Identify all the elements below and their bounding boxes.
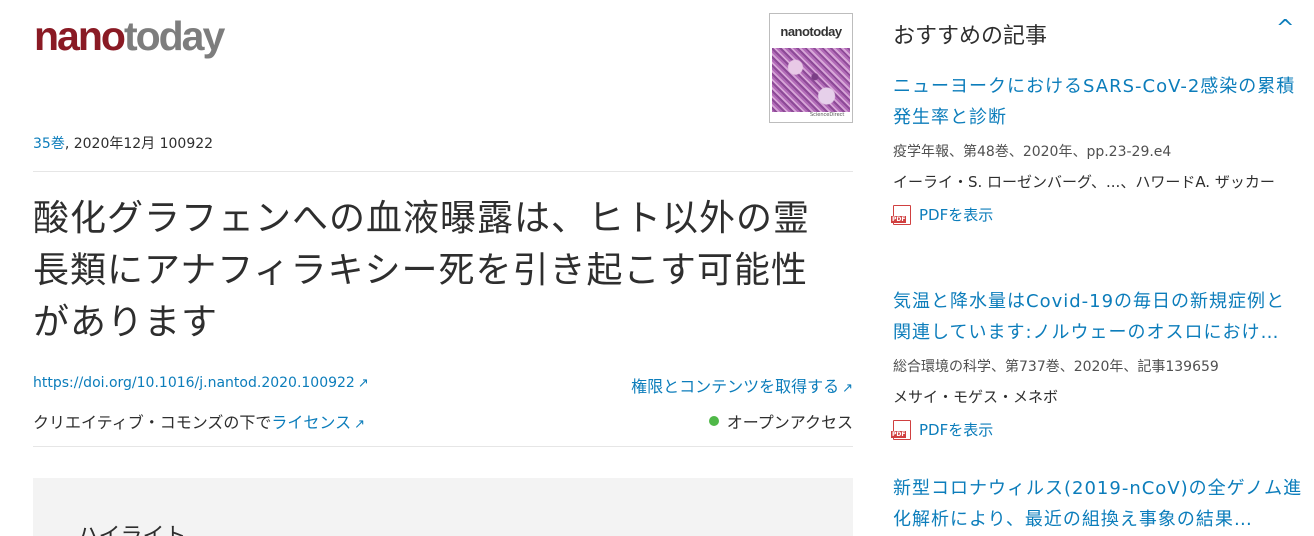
recommended-article: 新型コロナウィルス(2019-nCoV)の全ゲノム進化解析により、最近の組換え事…: [893, 473, 1303, 535]
recommended-article-title[interactable]: 気温と降水量はCovid-19の毎日の新規症例と関連しています:ノルウェーのオス…: [893, 286, 1303, 348]
highlights-title: ハイライト: [77, 518, 187, 536]
recommended-article-title[interactable]: ニューヨークにおけるSARS-CoV-2感染の累積発生率と診断: [893, 71, 1303, 133]
recommended-article-meta: 疫学年報、第48巻、2020年、pp.23-29.e4: [893, 144, 1172, 160]
issue-date: , 2020年12月 100922: [64, 136, 214, 152]
open-access-badge: オープンアクセス: [708, 409, 853, 433]
divider: [33, 446, 853, 447]
external-link-icon: ↗: [842, 381, 853, 396]
external-link-icon: ↗: [354, 417, 365, 432]
rights-content-link[interactable]: 権限とコンテンツを取得する ↗: [631, 373, 853, 397]
recommended-article-meta: 総合環境の科学、第737巻、2020年、記事139659: [893, 359, 1219, 375]
volume-link[interactable]: 35巻: [33, 136, 65, 152]
external-link-icon: ↗: [357, 376, 369, 391]
recommended-article-authors: イーライ・S. ローゼンバーグ、...、ハワードA. ザッカー: [893, 173, 1275, 191]
cover-image: [772, 48, 850, 112]
open-access-dot-icon: [708, 416, 719, 426]
logo-today: today: [123, 13, 225, 59]
license-link[interactable]: ライセンス ↗: [271, 413, 365, 432]
recommended-article: 気温と降水量はCovid-19の毎日の新規症例と関連しています:ノルウェーのオス…: [891, 286, 1303, 440]
cover-title: nanotoday: [780, 24, 842, 39]
rights-text: 権限とコンテンツを取得する: [631, 377, 840, 396]
journal-cover-thumbnail[interactable]: nanotoday ScienceDirect: [769, 13, 853, 123]
pdf-icon: [891, 204, 911, 225]
pdf-icon: [891, 419, 911, 440]
view-pdf-link[interactable]: PDFを表示: [891, 419, 1303, 440]
view-pdf-label: PDFを表示: [919, 421, 994, 439]
license-prefix: クリエイティブ・コモンズの下で: [33, 413, 272, 432]
license-info: クリエイティブ・コモンズの下でライセンス ↗: [33, 409, 365, 433]
recommended-heading: おすすめの記事: [893, 24, 1048, 49]
view-pdf-link[interactable]: PDFを表示: [891, 204, 1303, 225]
recommended-article: ニューヨークにおけるSARS-CoV-2感染の累積発生率と診断 疫学年報、第48…: [891, 71, 1303, 225]
journal-logo[interactable]: nanotoday: [34, 13, 225, 59]
doi-link[interactable]: https://doi.org/10.1016/j.nantod.2020.10…: [33, 375, 369, 391]
license-link-text: ライセンス: [271, 413, 352, 432]
highlights-section: ハイライト: [33, 478, 853, 536]
collapse-chevron-icon[interactable]: ^: [1276, 16, 1294, 41]
divider: [33, 171, 853, 172]
cover-footer: ScienceDirect: [810, 112, 845, 118]
recommended-article-authors: メサイ・モゲス・メネボ: [893, 388, 1059, 406]
open-access-label: オープンアクセス: [726, 413, 853, 432]
logo-nano: nano: [34, 13, 126, 59]
issue-info: 35巻, 2020年12月 100922: [33, 133, 213, 153]
view-pdf-label: PDFを表示: [919, 206, 994, 224]
article-title: 酸化グラフェンへの血液曝露は、ヒト以外の霊長類にアナフィラキシー死を引き起こす可…: [33, 198, 811, 343]
doi-text: https://doi.org/10.1016/j.nantod.2020.10…: [33, 375, 355, 391]
recommended-article-title[interactable]: 新型コロナウィルス(2019-nCoV)の全ゲノム進化解析により、最近の組換え事…: [893, 473, 1303, 535]
